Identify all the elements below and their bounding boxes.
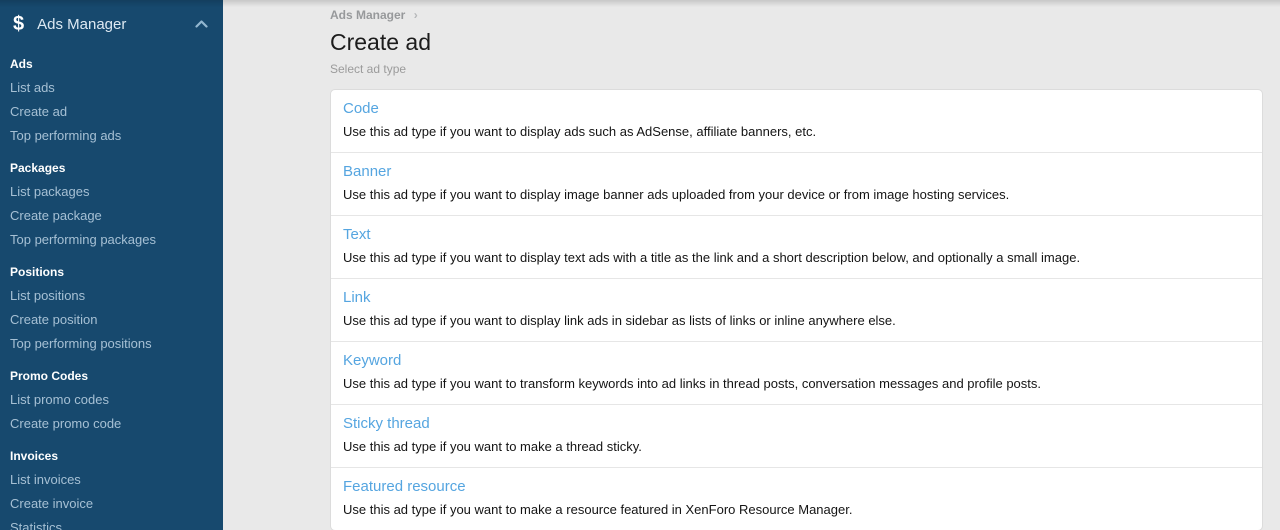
sidebar-section-header-invoices: Invoices [10, 448, 213, 464]
sidebar-section-header-positions: Positions [10, 264, 213, 280]
sidebar-section-items: List positionsCreate positionTop perform… [10, 284, 213, 356]
sidebar-section-header-promo-codes: Promo Codes [10, 368, 213, 384]
ad-type-row-keyword[interactable]: Keyword Use this ad type if you want to t… [331, 341, 1262, 404]
page-title: Create ad [330, 28, 1263, 56]
ad-type-description: Use this ad type if you want to display … [343, 187, 1250, 203]
sidebar-item-list-invoices[interactable]: List invoices [10, 468, 213, 492]
main-content: Ads Manager › Create ad Select ad type C… [223, 0, 1280, 530]
ad-type-description: Use this ad type if you want to display … [343, 124, 1250, 140]
ad-type-link-sticky-thread[interactable]: Sticky thread [343, 415, 430, 433]
sidebar-section-header-ads: Ads [10, 56, 213, 72]
ad-type-row-link[interactable]: Link Use this ad type if you want to disp… [331, 278, 1262, 341]
sidebar-item-list-positions[interactable]: List positions [10, 284, 213, 308]
ad-type-row-featured-resource[interactable]: Featured resource Use this ad type if you… [331, 467, 1262, 530]
sidebar-item-create-ad[interactable]: Create ad [10, 100, 213, 124]
ad-type-description: Use this ad type if you want to display … [343, 313, 1250, 329]
chevron-up-icon[interactable] [195, 20, 208, 28]
breadcrumb-separator-icon: › [414, 8, 418, 22]
sidebar-item-create-promo-code[interactable]: Create promo code [10, 412, 213, 436]
sidebar-section-items: List adsCreate adTop performing ads [10, 76, 213, 148]
ad-type-link-banner[interactable]: Banner [343, 163, 391, 181]
ad-type-link-code[interactable]: Code [343, 100, 379, 118]
sidebar-section-header-packages: Packages [10, 160, 213, 176]
ad-type-row-text[interactable]: Text Use this ad type if you want to disp… [331, 215, 1262, 278]
ad-type-row-banner[interactable]: Banner Use this ad type if you want to di… [331, 152, 1262, 215]
sidebar-item-top-performing-positions[interactable]: Top performing positions [10, 332, 213, 356]
sidebar-section-packages: Packages List packagesCreate packageTop p… [0, 160, 223, 252]
sidebar-item-list-promo-codes[interactable]: List promo codes [10, 388, 213, 412]
ad-type-link-link[interactable]: Link [343, 289, 371, 307]
sidebar-section-items: List promo codesCreate promo code [10, 388, 213, 436]
sidebar-item-list-packages[interactable]: List packages [10, 180, 213, 204]
sidebar-item-statistics[interactable]: Statistics [10, 516, 213, 530]
ad-type-description: Use this ad type if you want to make a r… [343, 502, 1250, 518]
ad-type-description: Use this ad type if you want to display … [343, 250, 1250, 266]
sidebar-item-top-performing-packages[interactable]: Top performing packages [10, 228, 213, 252]
ad-type-list: Code Use this ad type if you want to disp… [330, 89, 1263, 530]
sidebar-item-create-position[interactable]: Create position [10, 308, 213, 332]
sidebar-item-list-ads[interactable]: List ads [10, 76, 213, 100]
ad-type-row-code[interactable]: Code Use this ad type if you want to disp… [331, 90, 1262, 152]
sidebar: $ Ads Manager AdsList adsCreate adTop pe… [0, 0, 223, 530]
ad-type-link-text[interactable]: Text [343, 226, 371, 244]
sidebar-section-positions: Positions List positionsCreate positionTo… [0, 264, 223, 356]
sidebar-title: Ads Manager [37, 16, 195, 33]
ad-type-link-keyword[interactable]: Keyword [343, 352, 401, 370]
sidebar-section-items: List invoicesCreate invoiceStatistics [10, 468, 213, 530]
ad-type-row-sticky-thread[interactable]: Sticky thread Use this ad type if you wan… [331, 404, 1262, 467]
breadcrumb: Ads Manager › [330, 8, 1263, 22]
ad-type-link-featured-resource[interactable]: Featured resource [343, 478, 466, 496]
ad-type-description: Use this ad type if you want to transfor… [343, 376, 1250, 392]
sidebar-header[interactable]: $ Ads Manager [0, 0, 223, 48]
sidebar-item-create-package[interactable]: Create package [10, 204, 213, 228]
sidebar-section-ads: Ads List adsCreate adTop performing ads [0, 56, 223, 148]
sidebar-section-promo-codes: Promo Codes List promo codesCreate promo … [0, 368, 223, 436]
sidebar-nav: Ads List adsCreate adTop performing ads Pa… [0, 48, 223, 530]
page-subtitle: Select ad type [330, 63, 1263, 76]
breadcrumb-ads-manager[interactable]: Ads Manager [330, 8, 405, 22]
sidebar-item-create-invoice[interactable]: Create invoice [10, 492, 213, 516]
sidebar-section-invoices: Invoices List invoicesCreate invoiceStati… [0, 448, 223, 530]
sidebar-item-top-performing-ads[interactable]: Top performing ads [10, 124, 213, 148]
ad-type-description: Use this ad type if you want to make a t… [343, 439, 1250, 455]
dollar-icon: $ [13, 14, 24, 34]
sidebar-section-items: List packagesCreate packageTop performin… [10, 180, 213, 252]
